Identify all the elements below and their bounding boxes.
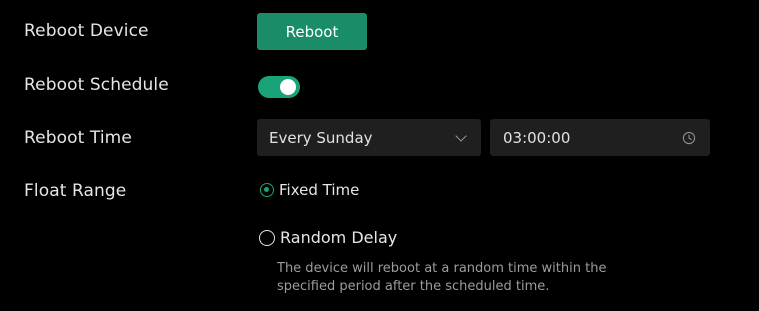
reboot-device-label: Reboot Device — [24, 21, 149, 41]
helper-text-line-2: specified period after the scheduled tim… — [277, 279, 550, 294]
helper-text-line-1: The device will reboot at a random time … — [277, 261, 607, 276]
reboot-time-label: Reboot Time — [24, 128, 132, 148]
float-range-label: Float Range — [24, 181, 127, 201]
radio-unchecked-icon — [259, 229, 275, 246]
fixed-time-radio[interactable]: Fixed Time — [260, 181, 359, 199]
reboot-schedule-label: Reboot Schedule — [24, 75, 169, 95]
reboot-day-select[interactable]: Every Sunday — [257, 119, 481, 156]
reboot-schedule-toggle[interactable] — [258, 76, 300, 98]
random-delay-label: Random Delay — [280, 228, 398, 247]
random-delay-radio[interactable]: Random Delay — [259, 228, 397, 247]
reboot-button-label: Reboot — [285, 22, 339, 41]
fixed-time-label: Fixed Time — [279, 181, 360, 199]
clock-icon[interactable] — [682, 131, 696, 145]
reboot-day-value: Every Sunday — [269, 128, 373, 147]
radio-checked-icon — [260, 183, 274, 197]
reboot-settings-panel: Reboot Device Reboot Reboot Schedule Reb… — [0, 0, 759, 311]
toggle-knob — [280, 79, 296, 95]
reboot-time-value: 03:00:00 — [503, 128, 571, 147]
chevron-down-icon — [455, 129, 467, 142]
reboot-button[interactable]: Reboot — [257, 13, 367, 50]
random-delay-helper-text: The device will reboot at a random time … — [277, 260, 697, 296]
reboot-time-input[interactable]: 03:00:00 — [490, 119, 710, 156]
